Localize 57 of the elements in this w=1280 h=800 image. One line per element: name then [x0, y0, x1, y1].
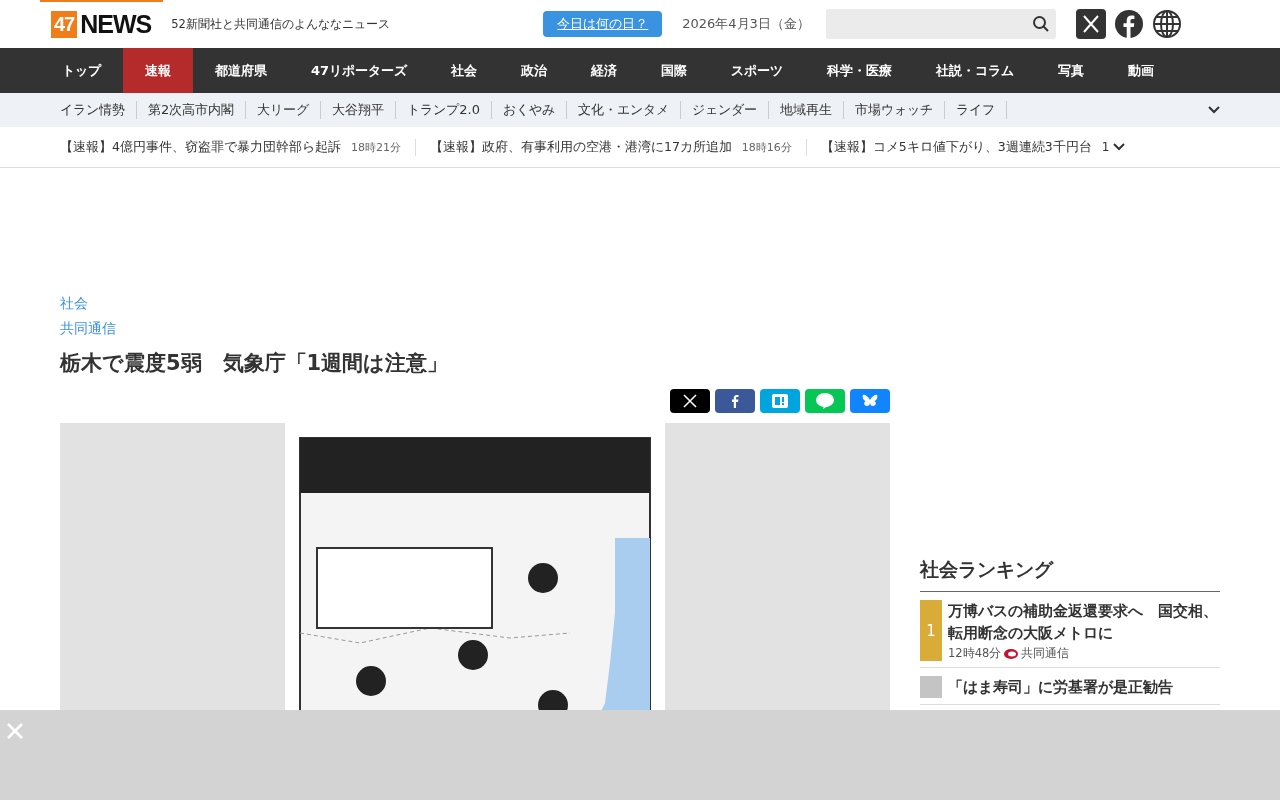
nav-tab[interactable]: スポーツ: [709, 48, 806, 93]
ranking-headline[interactable]: 万博バスの補助金返還要求へ 国交相、転用断念の大阪メトロに: [948, 600, 1220, 644]
rank-badge: 1: [920, 600, 942, 661]
topic-link[interactable]: ライフ: [944, 101, 1007, 119]
source-logo-icon: [1004, 648, 1019, 659]
nav-tab[interactable]: 政治: [499, 48, 570, 93]
breaking-headline[interactable]: 【速報】政府、有事利用の空港・港湾に17カ所追加: [429, 138, 732, 156]
breaking-headline[interactable]: 【速報】コメ5キロ値下がり、3週連続3千円台: [820, 138, 1092, 156]
headline-time: 18時21分: [350, 139, 401, 155]
nav-tab[interactable]: トップ: [40, 48, 123, 93]
nav-tab[interactable]: 速報: [123, 48, 193, 93]
current-date: 2026年4月3日（金）: [682, 15, 811, 33]
ranking-time: 12時48分: [948, 646, 1002, 661]
nav-tab[interactable]: 都道府県: [193, 48, 289, 93]
ranking-title: 社会ランキング: [920, 557, 1220, 592]
article-title: 栃木で震度5弱 気象庁「1週間は注意」: [60, 350, 450, 377]
nav-tab[interactable]: 社説・コラム: [914, 48, 1037, 93]
chevron-down-icon[interactable]: [1208, 106, 1220, 114]
x-share-button[interactable]: [670, 389, 710, 413]
search-field[interactable]: [826, 9, 1057, 39]
x-logo-icon[interactable]: [1076, 9, 1107, 39]
nav-tab[interactable]: 動画: [1106, 48, 1177, 93]
ranking-source: 共同通信: [1021, 646, 1070, 661]
topic-link[interactable]: 第2次高市内閣: [137, 101, 247, 119]
chat-bubble-icon: [816, 393, 834, 409]
topic-link[interactable]: 大リーグ: [246, 101, 322, 119]
hatena-share-button[interactable]: [760, 389, 800, 413]
facebook-share-button[interactable]: [715, 389, 755, 413]
topic-link[interactable]: イラン情勢: [60, 101, 137, 119]
logo-wordmark[interactable]: NEWS: [80, 9, 152, 39]
nav-tab[interactable]: 写真: [1036, 48, 1107, 93]
topic-link[interactable]: 文化・エンタメ: [566, 101, 681, 119]
topic-link[interactable]: 市場ウォッチ: [843, 101, 945, 119]
nav-tab[interactable]: 社会: [429, 48, 500, 93]
nav-tab[interactable]: 経済: [569, 48, 640, 93]
topic-link[interactable]: おくやみ: [491, 101, 567, 119]
breaking-headline[interactable]: 【速報】4億円事件、窃盗罪で暴力団幹部ら起訴: [60, 138, 341, 156]
bluesky-share-button[interactable]: [850, 389, 890, 413]
search-icon[interactable]: [1032, 15, 1051, 33]
nav-tab[interactable]: 47リポーターズ: [289, 48, 430, 93]
butterfly-icon: [862, 394, 878, 408]
bookmark-logo-icon: [772, 394, 788, 408]
topic-link[interactable]: 大谷翔平: [321, 101, 397, 119]
nav-tab[interactable]: 国際: [639, 48, 710, 93]
x-logo-icon: [683, 394, 697, 408]
topic-link[interactable]: トランプ2.0: [396, 101, 492, 119]
headline-time: 18時16分: [741, 139, 792, 155]
facebook-logo-icon: [731, 394, 739, 408]
topic-link[interactable]: 地域再生: [768, 101, 844, 119]
chevron-down-icon[interactable]: [1113, 143, 1126, 151]
ranking-headline[interactable]: 「はま寿司」に労基署が是正勧告: [948, 676, 1173, 698]
globe-icon[interactable]: [1152, 9, 1183, 39]
ticker-page: 1: [1101, 140, 1110, 154]
topic-link[interactable]: ジェンダー: [680, 101, 769, 119]
site-tagline: 52新聞社と共同通信のよんななニュース: [171, 16, 391, 32]
facebook-logo-icon[interactable]: [1114, 9, 1145, 39]
nav-tab[interactable]: 科学・医療: [805, 48, 915, 93]
